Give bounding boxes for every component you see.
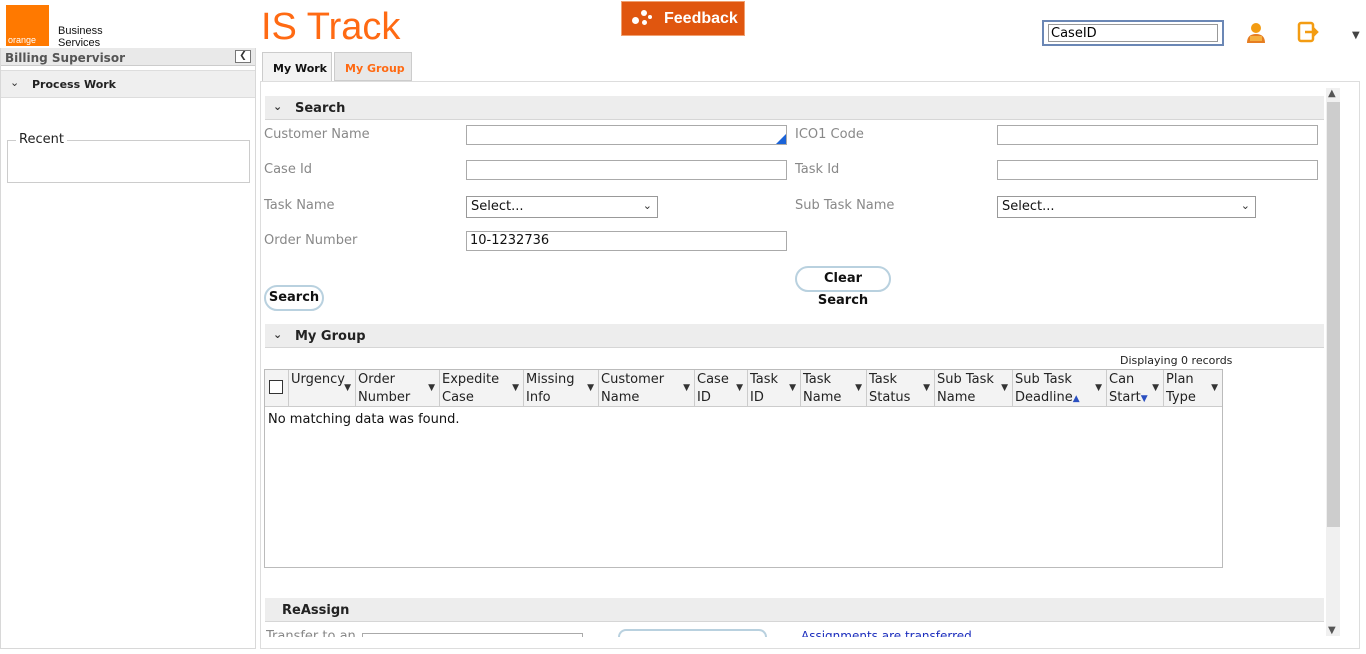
caseid-search-box (1042, 20, 1224, 46)
search-button[interactable]: Search (264, 285, 324, 311)
column-sub-task-deadline[interactable]: Sub Task Deadline▲ ▼ (1013, 370, 1107, 407)
column-task-status[interactable]: Task Status ▼ (867, 370, 935, 407)
my-group-grid: Urgency ▼ Order Number ▼ Expedite Case ▼ M… (264, 369, 1223, 568)
ico1-code-field[interactable] (997, 125, 1318, 145)
logo-text: orange (8, 35, 37, 45)
brand-text: Business Services (58, 25, 103, 47)
empty-grid-message: No matching data was found. (268, 412, 460, 427)
role-bar: Billing Supervisor ❮ (1, 48, 255, 66)
chevron-down-icon: ⌄ (1240, 199, 1250, 212)
transfer-input[interactable] (362, 633, 583, 637)
user-icon[interactable] (1245, 21, 1267, 45)
main-scrollbar[interactable]: ▲ ▼ (1326, 88, 1340, 636)
column-task-id[interactable]: Task ID ▼ (748, 370, 801, 407)
tab-my-group[interactable]: My Group (334, 52, 412, 81)
process-work-header[interactable]: ⌄ Process Work (1, 70, 255, 98)
left-panel: Billing Supervisor ❮ ⌄ Process Work Rece… (0, 48, 256, 649)
search-section-header[interactable]: ⌄ Search (265, 96, 1324, 120)
chevron-down-icon: ⌄ (10, 76, 20, 89)
sort-ascending-icon: ▲ (1072, 394, 1080, 404)
chevron-down-icon: ⌄ (273, 328, 283, 341)
customer-name-label: Customer Name (264, 127, 370, 142)
logout-icon[interactable] (1296, 20, 1320, 44)
column-menu-icon[interactable]: ▼ (428, 379, 435, 397)
sort-descending-icon: ▼ (1140, 394, 1148, 404)
orange-logo: orange (6, 5, 49, 46)
reassign-section-header[interactable]: ReAssign (265, 598, 1324, 622)
scroll-up-icon[interactable]: ▲ (1328, 88, 1336, 99)
column-task-name[interactable]: Task Name ▼ (801, 370, 867, 407)
chevron-down-icon: ⌄ (273, 100, 283, 113)
page-scroll-down-icon[interactable]: ▼ (1352, 30, 1360, 41)
column-menu-icon[interactable]: ▼ (1001, 379, 1008, 397)
records-count: Displaying 0 records (1120, 354, 1233, 367)
reassign-section-title: ReAssign (282, 603, 350, 618)
column-order-number[interactable]: Order Number ▼ (356, 370, 440, 407)
task-id-field[interactable] (997, 160, 1318, 180)
customer-name-field[interactable] (466, 125, 787, 145)
column-menu-icon[interactable]: ▼ (1095, 379, 1102, 397)
my-group-section-title: My Group (295, 329, 366, 344)
column-menu-icon[interactable]: ▼ (587, 379, 594, 397)
select-all-checkbox[interactable] (269, 380, 283, 394)
ico1-code-label: ICO1 Code (795, 127, 864, 142)
column-urgency[interactable]: Urgency ▼ (289, 370, 356, 407)
order-number-label: Order Number (264, 233, 358, 248)
sub-task-name-label: Sub Task Name (795, 198, 895, 213)
column-menu-icon[interactable]: ▼ (1211, 379, 1218, 397)
scrollbar-thumb[interactable] (1327, 102, 1340, 527)
recent-label: Recent (16, 132, 67, 147)
column-menu-icon[interactable]: ▼ (683, 379, 690, 397)
app-title: IS Track (261, 6, 401, 48)
clear-search-button[interactable]: Clear Search (795, 266, 891, 308)
feedback-button[interactable]: Feedback (621, 1, 745, 36)
order-number-field[interactable]: 10-1232736 (466, 231, 787, 251)
case-id-field[interactable] (466, 160, 787, 180)
task-name-label: Task Name (264, 198, 335, 213)
column-expedite-case[interactable]: Expedite Case ▼ (440, 370, 524, 407)
search-section-title: Search (295, 101, 346, 116)
collapse-left-icon[interactable]: ❮ (235, 50, 251, 63)
column-customer-name[interactable]: Customer Name ▼ (599, 370, 695, 407)
autocomplete-corner-icon (776, 134, 786, 144)
recent-box: Recent (7, 132, 250, 183)
my-group-section-header[interactable]: ⌄ My Group (265, 324, 1324, 348)
case-id-label: Case Id (264, 162, 313, 177)
column-menu-icon[interactable]: ▼ (512, 379, 519, 397)
column-menu-icon[interactable]: ▼ (1152, 379, 1159, 397)
column-menu-icon[interactable]: ▼ (736, 379, 743, 397)
column-missing-info[interactable]: Missing Info ▼ (524, 370, 599, 407)
feedback-dots-icon (630, 7, 654, 31)
transfer-message: Assignments are transferred (801, 629, 972, 637)
sub-task-name-select[interactable]: Select... ⌄ (997, 196, 1256, 218)
chevron-down-icon: ⌄ (642, 199, 652, 212)
column-can-start[interactable]: Can Start▼ ▼ (1107, 370, 1164, 407)
column-case-id[interactable]: Case ID ▼ (695, 370, 748, 407)
grid-header: Urgency ▼ Order Number ▼ Expedite Case ▼ M… (265, 370, 1222, 407)
task-name-select[interactable]: Select... ⌄ (466, 196, 658, 218)
column-menu-icon[interactable]: ▼ (923, 379, 930, 397)
transfer-label: Transfer to an (266, 629, 356, 637)
column-plan-type[interactable]: Plan Type ▼ (1164, 370, 1222, 407)
transfer-button[interactable] (618, 629, 767, 637)
column-menu-icon[interactable]: ▼ (855, 379, 862, 397)
column-sub-task-name[interactable]: Sub Task Name ▼ (935, 370, 1013, 407)
column-menu-icon[interactable]: ▼ (789, 379, 796, 397)
feedback-label: Feedback (664, 9, 738, 27)
role-title: Billing Supervisor (5, 51, 125, 65)
caseid-input[interactable] (1048, 24, 1218, 42)
column-menu-icon[interactable]: ▼ (344, 379, 351, 397)
tab-my-work[interactable]: My Work (262, 52, 332, 81)
select-all-cell (265, 370, 289, 407)
process-work-label: Process Work (32, 78, 116, 91)
scroll-down-icon[interactable]: ▼ (1328, 625, 1336, 636)
task-id-label: Task Id (795, 162, 840, 177)
